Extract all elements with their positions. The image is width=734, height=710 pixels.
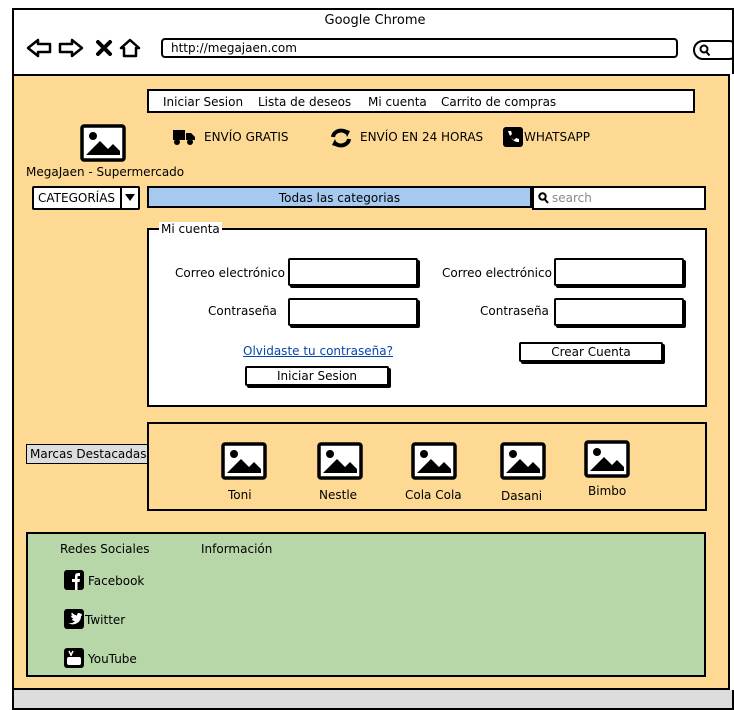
brands-panel: Toni Nestle Cola Cola Dasani Bimbo [147,422,707,511]
all-categories-bar[interactable]: Todas las categorias [147,186,532,208]
brand-logo-nestle[interactable] [317,442,363,484]
brand-name-nestle: Nestle [319,488,358,502]
search-placeholder: search [552,191,592,205]
image-placeholder-icon [221,442,267,480]
dropdown-toggle[interactable] [120,188,138,208]
image-placeholder-icon [584,440,630,478]
brand-name: MegaJaen - Supermercado [26,165,185,179]
logo [80,124,126,166]
close-icon[interactable] [94,38,114,58]
footer-link-youtube[interactable]: YouTube [88,652,137,666]
login-email-label: Correo electrónico [175,266,285,280]
facebook-icon [64,570,84,590]
search-icon [538,192,549,204]
footer-social-heading: Redes Sociales [60,542,150,556]
refresh-icon [331,128,351,148]
window-title: Google Chrome [324,13,426,28]
account-legend: Mi cuenta [159,222,222,236]
status-bar [12,690,734,710]
address-bar[interactable]: http://megajaen.com [161,38,678,58]
image-placeholder-icon [317,442,363,480]
forgot-password-link[interactable]: Olvidaste tu contraseña? [243,344,393,358]
brand-name-dasani: Dasani [501,489,543,503]
nav-item-wishlist[interactable]: Lista de deseos [258,95,351,109]
image-placeholder-icon [411,442,457,480]
twitter-icon [64,609,84,629]
image-placeholder-icon [500,442,546,480]
home-icon[interactable] [118,38,142,58]
register-password-label: Contraseña [480,304,549,318]
feature-free-shipping: ENVÍO GRATIS [204,130,289,144]
account-panel: Mi cuenta Correo electrónico Contraseña … [147,222,707,407]
truck-icon [173,130,195,145]
brand-name-toni: Toni [228,488,252,502]
login-password-field[interactable] [288,298,418,326]
youtube-icon [64,648,84,668]
brand-logo-dasani[interactable] [500,442,546,484]
nav-item-login[interactable]: Iniciar Sesion [163,95,243,109]
top-navigation: Iniciar Sesion Lista de deseos Mi cuenta… [147,89,695,113]
all-categories-label: Todas las categorias [278,191,401,205]
nav-item-cart[interactable]: Carrito de compras [441,95,556,109]
create-account-button[interactable]: Crear Cuenta [519,342,663,362]
phone-icon [503,127,523,147]
category-dropdown-label: CATEGORÍAS [38,191,116,205]
footer-link-facebook[interactable]: Facebook [88,574,144,588]
login-password-label: Contraseña [208,304,277,318]
register-email-label: Correo electrónico [442,266,552,280]
chevron-down-icon [125,194,135,201]
register-password-field[interactable] [554,298,684,326]
brands-label-box: Marcas Destacadas [26,444,148,464]
brand-name-bimbo: Bimbo [588,484,627,498]
footer-info-heading: Información [201,542,273,556]
browser-search-field[interactable] [693,40,734,60]
footer-link-twitter[interactable]: Twitter [85,613,125,627]
login-email-field[interactable] [288,258,418,286]
brand-logo-toni[interactable] [221,442,267,484]
brand-logo-cola-cola[interactable] [411,442,457,484]
forward-icon[interactable] [58,38,84,58]
feature-whatsapp: WHATSAPP [524,130,591,144]
login-button[interactable]: Iniciar Sesion [245,366,389,386]
footer: Redes Sociales Información Facebook Twit… [26,532,706,677]
back-icon[interactable] [26,38,52,58]
brand-name-cola-cola: Cola Cola [405,488,462,502]
category-dropdown[interactable]: CATEGORÍAS [32,186,140,210]
search-icon [699,44,711,57]
brands-label: Marcas Destacadas [30,447,147,461]
register-email-field[interactable] [554,258,684,286]
nav-item-account[interactable]: Mi cuenta [368,95,427,109]
image-placeholder-icon [80,124,126,162]
browser-chrome: Google Chrome http://megajaen.com [12,8,734,74]
brand-logo-bimbo[interactable] [584,440,630,482]
feature-fast-delivery: ENVÍO EN 24 HORAS [360,130,484,144]
scrollbar[interactable] [728,74,734,690]
search-input[interactable]: search [532,186,706,210]
